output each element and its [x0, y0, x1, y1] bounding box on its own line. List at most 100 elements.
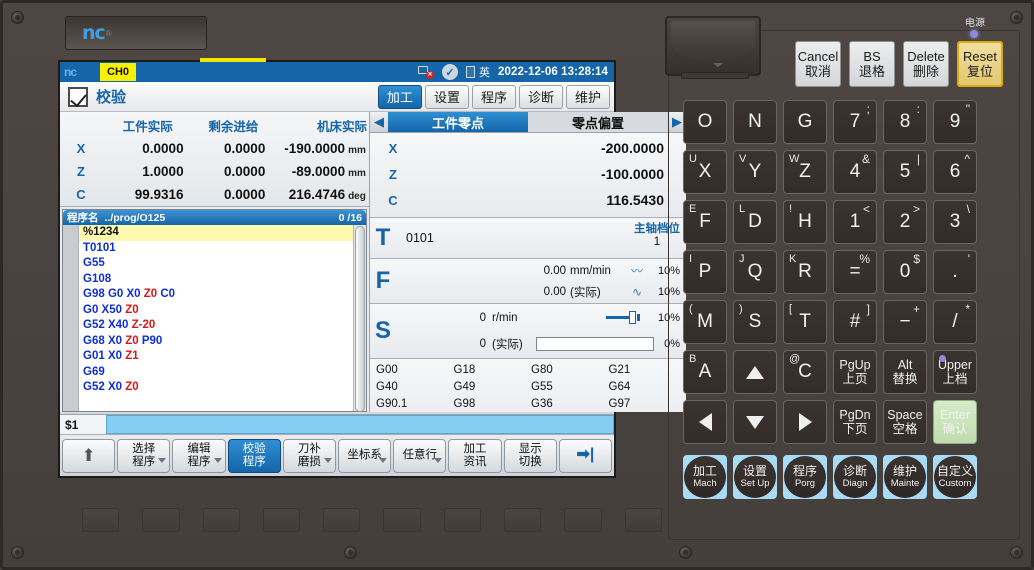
key-x[interactable]: UX: [683, 150, 727, 194]
tab-program[interactable]: 程序: [472, 85, 516, 109]
key-t[interactable]: [T: [783, 300, 827, 344]
key-5[interactable]: |5: [883, 150, 927, 194]
program-code-lines[interactable]: 0%12341T01012G553G1084G98 G0 X0 Z0 C05G0…: [79, 225, 353, 411]
key-reset[interactable]: Reset复位: [957, 41, 1003, 87]
key-c[interactable]: @C: [783, 350, 827, 394]
program-line[interactable]: 10G52 X0 Z0: [79, 380, 353, 396]
function-key-upload-arrow-icon[interactable]: ⬆: [62, 439, 115, 473]
key-8[interactable]: :8: [883, 100, 927, 144]
key-0[interactable]: $0: [883, 250, 927, 294]
key-a[interactable]: BA: [683, 350, 727, 394]
key-q[interactable]: JQ: [733, 250, 777, 294]
program-line[interactable]: 8G01 X0 Z1: [79, 349, 353, 365]
program-line[interactable]: 7G68 X0 Z0 P90: [79, 334, 353, 350]
program-line[interactable]: 5G0 X50 Z0: [79, 303, 353, 319]
function-key-8[interactable]: 显示切换: [504, 439, 557, 473]
key-space[interactable]: Space空格: [883, 400, 927, 444]
channel-badge[interactable]: CH0: [100, 63, 136, 81]
program-line[interactable]: 3G108: [79, 272, 353, 288]
key-z[interactable]: WZ: [783, 150, 827, 194]
key-arrow-up[interactable]: [733, 350, 777, 394]
ime-indicator[interactable]: 英: [466, 64, 490, 80]
key-4[interactable]: &4: [833, 150, 877, 194]
key-delete[interactable]: Delete删除: [903, 41, 949, 87]
tab-maintenance[interactable]: 维护: [566, 85, 610, 109]
key-pgup[interactable]: PgUp上页: [833, 350, 877, 394]
key-n[interactable]: N: [733, 100, 777, 144]
prev-tab-arrow-icon[interactable]: ◀: [370, 112, 388, 132]
key-p[interactable]: IP: [683, 250, 727, 294]
soft-button[interactable]: [82, 508, 119, 532]
program-line[interactable]: 2G55: [79, 256, 353, 272]
soft-button[interactable]: [323, 508, 360, 532]
soft-button[interactable]: [504, 508, 541, 532]
scrollbar-thumb[interactable]: [355, 226, 365, 412]
key-m[interactable]: (M: [683, 300, 727, 344]
key-arrow-right[interactable]: [783, 400, 827, 444]
key-cancel[interactable]: Cancel取消: [795, 41, 841, 87]
soft-button[interactable]: [142, 508, 179, 532]
key-h[interactable]: !H: [783, 200, 827, 244]
status-bar-field[interactable]: [106, 415, 614, 434]
key-y[interactable]: VY: [733, 150, 777, 194]
mode-key-custom[interactable]: 自定义Custom: [933, 455, 977, 499]
soft-button[interactable]: [203, 508, 240, 532]
mode-key-diagn[interactable]: 诊断Diagn: [833, 455, 877, 499]
program-line[interactable]: 6G52 X40 Z-20: [79, 318, 353, 334]
key-/[interactable]: */: [933, 300, 977, 344]
key-bs[interactable]: BS退格: [849, 41, 895, 87]
tab-workpiece-zero[interactable]: 工件零点: [388, 112, 528, 132]
key-=[interactable]: %=: [833, 250, 877, 294]
network-error-icon[interactable]: ✕: [418, 65, 434, 79]
soft-button[interactable]: [263, 508, 300, 532]
key-s[interactable]: )S: [733, 300, 777, 344]
program-line[interactable]: 4G98 G0 X0 Z0 C0: [79, 287, 353, 303]
function-key-2[interactable]: 编辑程序: [172, 439, 225, 473]
function-key-next-arrow-icon[interactable]: ➡|: [559, 439, 612, 473]
key-6[interactable]: ^6: [933, 150, 977, 194]
soft-button[interactable]: [625, 508, 662, 532]
key-3[interactable]: \3: [933, 200, 977, 244]
key-f[interactable]: EF: [683, 200, 727, 244]
key-.[interactable]: '.: [933, 250, 977, 294]
key-o[interactable]: O: [683, 100, 727, 144]
mode-key-mainte[interactable]: 维护Mainte: [883, 455, 927, 499]
function-key-5[interactable]: 坐标系: [338, 439, 391, 473]
key-arrow-down[interactable]: [733, 400, 777, 444]
tab-zero-offset[interactable]: 零点偏置: [528, 112, 668, 132]
tab-settings[interactable]: 设置: [425, 85, 469, 109]
program-line[interactable]: 9G69: [79, 365, 353, 381]
key-r[interactable]: KR: [783, 250, 827, 294]
program-line[interactable]: 1T0101: [79, 241, 353, 257]
mode-key-set-up[interactable]: 设置Set Up: [733, 455, 777, 499]
key-d[interactable]: LD: [733, 200, 777, 244]
key-g[interactable]: G: [783, 100, 827, 144]
key-−[interactable]: +−: [883, 300, 927, 344]
soft-button[interactable]: [444, 508, 481, 532]
key-alt[interactable]: Alt替换: [883, 350, 927, 394]
function-key-3[interactable]: 校验程序: [228, 439, 281, 473]
key-#[interactable]: ]#: [833, 300, 877, 344]
key-upper[interactable]: Upper上档: [933, 350, 977, 394]
program-list[interactable]: 0%12341T01012G553G1084G98 G0 X0 Z0 C05G0…: [63, 225, 366, 411]
function-key-7[interactable]: 加工资讯: [448, 439, 501, 473]
key-2[interactable]: >2: [883, 200, 927, 244]
function-key-6[interactable]: 任意行: [393, 439, 446, 473]
function-key-1[interactable]: 选择程序: [117, 439, 170, 473]
key-enter[interactable]: Enter确认: [933, 400, 977, 444]
program-scrollbar[interactable]: [353, 225, 366, 411]
key-1[interactable]: <1: [833, 200, 877, 244]
check-status-icon[interactable]: ✓: [442, 64, 458, 80]
soft-button[interactable]: [564, 508, 601, 532]
tab-diagnosis[interactable]: 诊断: [519, 85, 563, 109]
key-arrow-left[interactable]: [683, 400, 727, 444]
key-pgdn[interactable]: PgDn下页: [833, 400, 877, 444]
mode-key-mach[interactable]: 加工Mach: [683, 455, 727, 499]
program-line[interactable]: 0%1234: [79, 225, 353, 241]
tab-machining[interactable]: 加工: [378, 85, 422, 109]
key-9[interactable]: "9: [933, 100, 977, 144]
mode-key-porg[interactable]: 程序Porg: [783, 455, 827, 499]
soft-button[interactable]: [383, 508, 420, 532]
function-key-4[interactable]: 刀补磨损: [283, 439, 336, 473]
key-7[interactable]: ;7: [833, 100, 877, 144]
